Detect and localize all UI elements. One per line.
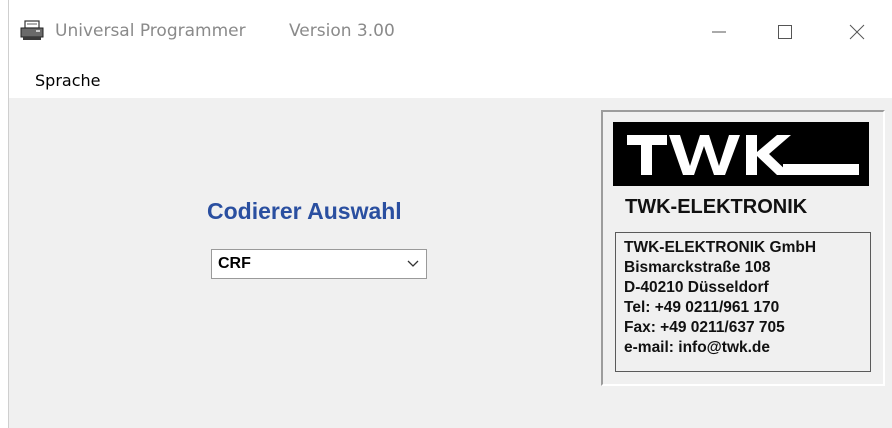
address-line: Fax: +49 0211/637 705 (624, 319, 785, 336)
close-button[interactable] (837, 14, 877, 50)
maximize-button[interactable] (765, 14, 805, 50)
printer-icon (19, 20, 45, 42)
encoder-select-value: CRF (218, 255, 251, 272)
menu-item-sprache[interactable]: Sprache (35, 71, 100, 90)
address-line: e-mail: info@twk.de (624, 339, 771, 356)
maximize-icon (778, 25, 792, 39)
close-icon (849, 24, 865, 40)
address-line: Tel: +49 0211/961 170 (624, 299, 780, 316)
encoder-select[interactable]: CRF (211, 249, 427, 279)
minimize-button[interactable] (699, 14, 739, 50)
window-title: Universal Programmer (55, 21, 246, 41)
address-line: TWK-ELEKTRONIK GmbH (624, 239, 817, 256)
address-box: TWK-ELEKTRONIK GmbH Bismarckstraße 108 D… (615, 232, 871, 372)
encoder-selection-heading: Codierer Auswahl (207, 198, 402, 224)
app-window: Universal Programmer Version 3.00 Sprach… (8, 0, 892, 428)
address-line: D-40210 Düsseldorf (624, 279, 769, 296)
company-name: TWK-ELEKTRONIK (625, 196, 808, 218)
address-line: Bismarckstraße 108 (624, 259, 771, 276)
chevron-down-icon[interactable] (406, 258, 420, 270)
menu-bar: Sprache (9, 64, 892, 98)
minimize-icon (712, 31, 726, 33)
version-label: Version 3.00 (289, 21, 395, 41)
twk-logo (613, 122, 869, 186)
title-bar[interactable]: Universal Programmer Version 3.00 (9, 0, 892, 64)
